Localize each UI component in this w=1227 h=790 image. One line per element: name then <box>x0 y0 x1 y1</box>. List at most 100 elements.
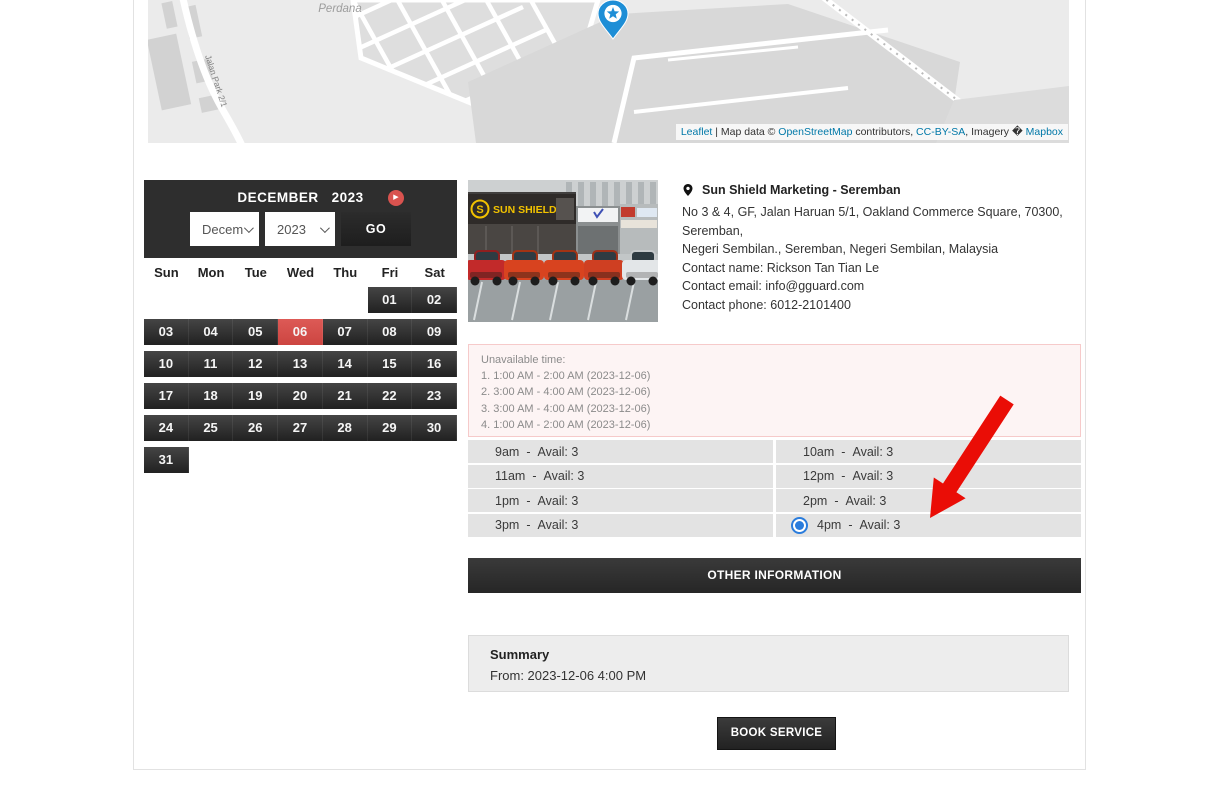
calendar-day-28[interactable]: 28 <box>323 415 368 441</box>
summary-from: From: 2023-12-06 4:00 PM <box>490 668 1047 683</box>
calendar-day-05[interactable]: 05 <box>233 319 278 345</box>
calendar-day-10[interactable]: 10 <box>144 351 189 377</box>
month-select-value: Decem <box>202 222 243 237</box>
calendar-week-row: 31 <box>144 447 457 473</box>
timeslot-4pm[interactable]: 4pm-Avail: 3 <box>776 514 1081 537</box>
day-header-wed: Wed <box>278 258 323 288</box>
location-name: Sun Shield Marketing - Seremban <box>702 183 901 197</box>
chevron-down-icon <box>320 223 330 233</box>
calendar-day-empty <box>323 447 368 473</box>
address-line-2: Negeri Sembilan., Seremban, Negeri Sembi… <box>682 240 1084 259</box>
timeslot-1pm[interactable]: 1pm-Avail: 3 <box>468 489 773 512</box>
calendar-day-22[interactable]: 22 <box>368 383 413 409</box>
calendar-day-06[interactable]: 06 <box>278 319 323 345</box>
contact-name: Contact name: Rickson Tan Tian Le <box>682 259 1084 278</box>
calendar-day-12[interactable]: 12 <box>233 351 278 377</box>
calendar-day-17[interactable]: 17 <box>144 383 189 409</box>
other-information-bar[interactable]: OTHER INFORMATION <box>468 558 1081 593</box>
book-service-button[interactable]: BOOK SERVICE <box>717 717 836 750</box>
calendar-day-empty <box>233 447 278 473</box>
play-icon: ▶ <box>393 194 398 201</box>
timeslot-dash: - <box>532 469 536 483</box>
leaflet-link[interactable]: Leaflet <box>681 126 713 138</box>
calendar-day-01[interactable]: 01 <box>368 287 413 313</box>
calendar-day-08[interactable]: 08 <box>368 319 413 345</box>
mapbox-link[interactable]: Mapbox <box>1026 126 1063 138</box>
calendar-day-02[interactable]: 02 <box>412 287 457 313</box>
calendar-day-empty <box>189 447 234 473</box>
calendar-title-year: 2023 <box>332 190 364 205</box>
calendar-day-26[interactable]: 26 <box>233 415 278 441</box>
timeslot-avail: Avail: 3 <box>538 445 579 459</box>
calendar-day-04[interactable]: 04 <box>189 319 234 345</box>
contact-phone: Contact phone: 6012-2101400 <box>682 296 1084 315</box>
calendar-day-09[interactable]: 09 <box>412 319 457 345</box>
calendar-day-14[interactable]: 14 <box>323 351 368 377</box>
timeslot-time: 9am <box>495 445 519 459</box>
attrib-text: , Imagery � <box>965 126 1025 138</box>
calendar-day-07[interactable]: 07 <box>323 319 368 345</box>
timeslot-3pm[interactable]: 3pm-Avail: 3 <box>468 514 773 537</box>
timeslot-time: 11am <box>495 469 525 483</box>
day-header-sun: Sun <box>144 258 189 288</box>
unavailable-list: 1. 1:00 AM - 2:00 AM (2023-12-06)2. 3:00… <box>481 368 1068 433</box>
year-select[interactable]: 2023 <box>265 212 335 246</box>
calendar-day-29[interactable]: 29 <box>368 415 413 441</box>
calendar-day-empty <box>189 287 234 313</box>
calendar-day-24[interactable]: 24 <box>144 415 189 441</box>
unavailable-item: 3. 3:00 AM - 4:00 AM (2023-12-06) <box>481 401 1068 417</box>
calendar-day-03[interactable]: 03 <box>144 319 189 345</box>
timeslot-grid: 9am-Avail: 310am-Avail: 311am-Avail: 312… <box>468 440 1081 537</box>
timeslot-12pm[interactable]: 12pm-Avail: 3 <box>776 465 1081 488</box>
chevron-down-icon <box>244 223 254 233</box>
timeslot-avail: Avail: 3 <box>852 445 893 459</box>
calendar-day-empty <box>144 287 189 313</box>
calendar-day-31[interactable]: 31 <box>144 447 189 473</box>
calendar-day-headers: SunMonTueWedThuFriSat <box>144 258 457 288</box>
calendar-day-empty <box>233 287 278 313</box>
store-photo: S SUN SHIELD <box>468 180 658 322</box>
calendar-day-empty <box>368 447 413 473</box>
calendar-day-13[interactable]: 13 <box>278 351 323 377</box>
day-header-fri: Fri <box>368 258 413 288</box>
calendar-day-empty <box>278 447 323 473</box>
timeslot-avail: Avail: 3 <box>538 494 579 508</box>
calendar-week-row: 03040506070809 <box>144 319 457 345</box>
timeslot-dash: - <box>526 494 530 508</box>
calendar-day-18[interactable]: 18 <box>189 383 234 409</box>
unavailable-title: Unavailable time: <box>481 352 1068 368</box>
timeslot-time: 12pm <box>803 469 834 483</box>
timeslot-9am[interactable]: 9am-Avail: 3 <box>468 440 773 463</box>
timeslot-avail: Avail: 3 <box>538 518 579 532</box>
calendar-day-15[interactable]: 15 <box>368 351 413 377</box>
unavailable-item: 4. 1:00 AM - 2:00 AM (2023-12-06) <box>481 417 1068 433</box>
timeslot-2pm[interactable]: 2pm-Avail: 3 <box>776 489 1081 512</box>
go-button[interactable]: GO <box>341 212 411 246</box>
calendar-title: DECEMBER2023 <box>144 190 457 205</box>
radio-selected-icon[interactable] <box>791 517 808 534</box>
calendar-day-30[interactable]: 30 <box>412 415 457 441</box>
unavailable-times-box: Unavailable time: 1. 1:00 AM - 2:00 AM (… <box>468 344 1081 437</box>
calendar-day-11[interactable]: 11 <box>189 351 234 377</box>
calendar-day-27[interactable]: 27 <box>278 415 323 441</box>
calendar-week-row: 0102 <box>144 287 457 313</box>
map[interactable]: Perdana Jalan Park 2/1 Leaflet | Map dat… <box>148 0 1069 143</box>
timeslot-10am[interactable]: 10am-Avail: 3 <box>776 440 1081 463</box>
timeslot-11am[interactable]: 11am-Avail: 3 <box>468 465 773 488</box>
calendar-day-23[interactable]: 23 <box>412 383 457 409</box>
calendar-day-19[interactable]: 19 <box>233 383 278 409</box>
timeslot-time: 2pm <box>803 494 827 508</box>
day-header-mon: Mon <box>189 258 234 288</box>
month-select[interactable]: Decem <box>190 212 259 246</box>
next-month-button[interactable]: ▶ <box>388 190 404 206</box>
timeslot-time: 3pm <box>495 518 519 532</box>
calendar-day-21[interactable]: 21 <box>323 383 368 409</box>
calendar-day-16[interactable]: 16 <box>412 351 457 377</box>
unavailable-item: 1. 1:00 AM - 2:00 AM (2023-12-06) <box>481 368 1068 384</box>
timeslot-avail: Avail: 3 <box>852 469 893 483</box>
ccbysa-link[interactable]: CC-BY-SA <box>916 126 965 138</box>
calendar-day-20[interactable]: 20 <box>278 383 323 409</box>
osm-link[interactable]: OpenStreetMap <box>778 126 852 138</box>
calendar-day-25[interactable]: 25 <box>189 415 234 441</box>
calendar-day-empty <box>323 287 368 313</box>
